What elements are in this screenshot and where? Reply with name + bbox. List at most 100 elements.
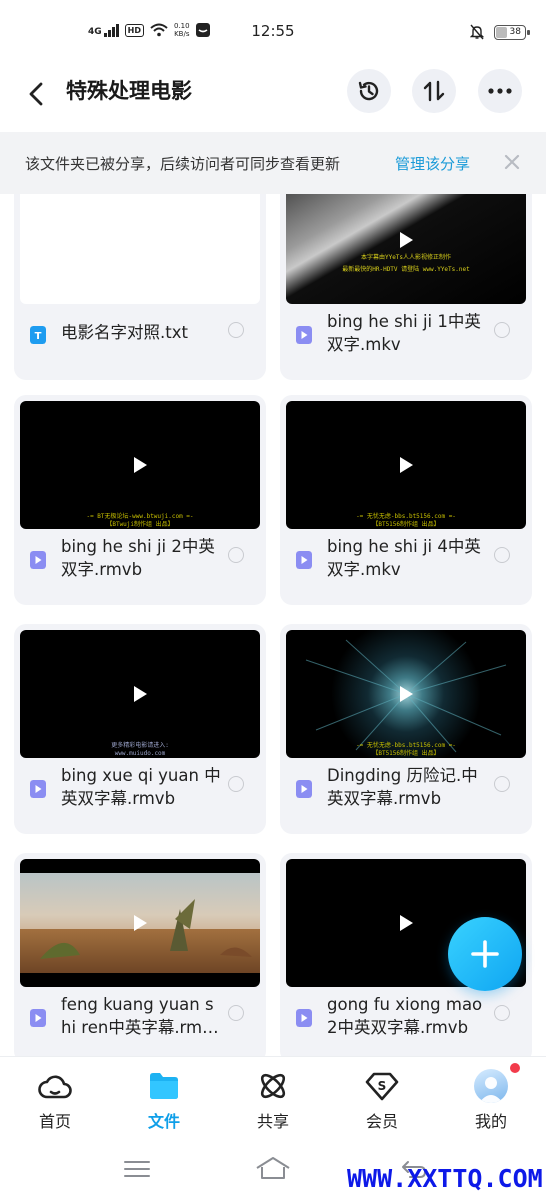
banner-close-button[interactable] xyxy=(500,150,524,174)
text-file-icon: T xyxy=(30,326,46,344)
file-thumbnail xyxy=(20,194,260,304)
header-bar: 特殊处理电影 xyxy=(0,64,546,132)
file-name: bing he shi ji 4中英双字.mkv xyxy=(327,537,481,579)
file-name: bing he shi ji 1中英双字.mkv xyxy=(327,312,481,354)
video-thumbnail: 更多精彩电影请进入: www.muiudo.com xyxy=(20,630,260,758)
plus-icon xyxy=(471,940,499,968)
nav-me[interactable]: 我的 xyxy=(451,1069,531,1132)
play-icon xyxy=(134,457,147,473)
video-file-icon xyxy=(296,326,312,344)
file-card[interactable]: 更多精彩电影请进入: www.muiudo.com bing xue qi yu… xyxy=(14,624,266,834)
svg-text:S: S xyxy=(378,1079,387,1093)
nav-label: 文件 xyxy=(147,1112,180,1131)
cloud-home-icon xyxy=(38,1069,72,1103)
select-radio[interactable] xyxy=(494,1005,510,1021)
close-icon xyxy=(504,154,520,170)
sort-icon xyxy=(423,80,445,102)
video-file-icon xyxy=(296,780,312,798)
file-card[interactable]: feng kuang yuan shi ren中英字幕.rmvb xyxy=(14,853,266,1056)
video-subtitle: 更多精彩电影请进入: xyxy=(111,742,169,749)
nav-label: 我的 xyxy=(474,1112,507,1131)
more-icon xyxy=(488,88,512,94)
home-icon xyxy=(256,1157,290,1179)
file-name: bing he shi ji 2中英双字.rmvb xyxy=(61,537,215,579)
select-radio[interactable] xyxy=(228,547,244,563)
video-subtitle: www.muiudo.com xyxy=(114,750,166,757)
play-icon xyxy=(400,457,413,473)
file-card[interactable]: T 电影名字对照.txt xyxy=(14,194,266,380)
file-name: feng kuang yuan shi ren中英字幕.rmvb xyxy=(61,995,214,1037)
bottom-nav: 首页 文件 共享 S 会员 我的 xyxy=(0,1056,546,1142)
recent-apps-button[interactable] xyxy=(119,1154,155,1184)
file-name: gong fu xiong mao2中英双字幕.rmvb xyxy=(327,995,483,1037)
file-card[interactable]: -= 无忧无虑-bbs.bt5156.com =- 【BT5156制作组 出品】… xyxy=(280,395,532,605)
notification-dot xyxy=(510,1063,520,1073)
more-button[interactable] xyxy=(478,69,522,113)
play-icon xyxy=(400,915,413,931)
play-icon xyxy=(400,686,413,702)
play-icon xyxy=(134,686,147,702)
video-thumbnail: -= 无忧无虑-bbs.bt5156.com =- 【BT5156制作组 出品】 xyxy=(286,630,526,758)
share-banner-text: 该文件夹已被分享，后续访问者可同步查看更新 xyxy=(25,155,341,173)
clock: 12:55 xyxy=(251,22,295,40)
select-radio[interactable] xyxy=(494,547,510,563)
select-radio[interactable] xyxy=(228,776,244,792)
nav-label: 首页 xyxy=(38,1112,71,1131)
file-name: 电影名字对照.txt xyxy=(61,323,188,342)
mute-bell-icon xyxy=(470,24,484,40)
video-file-icon xyxy=(30,1009,46,1027)
select-radio[interactable] xyxy=(494,776,510,792)
select-radio[interactable] xyxy=(228,322,244,338)
video-file-icon xyxy=(296,551,312,569)
folder-icon xyxy=(147,1069,181,1103)
back-button[interactable] xyxy=(20,78,52,110)
battery-indicator: 38 xyxy=(494,24,530,40)
file-card[interactable]: -= BT无极论坛-www.btwuji.com =- 【BTwuji制作组 出… xyxy=(14,395,266,605)
vip-diamond-icon: S xyxy=(365,1069,399,1103)
video-thumbnail: 本字幕由YYeTs人人影视修正制作 最新最快的HR-HDTV 请登陆 www.Y… xyxy=(286,194,526,304)
file-name: bing xue qi yuan 中英双字幕.rmvb xyxy=(61,766,221,808)
select-radio[interactable] xyxy=(228,1005,244,1021)
status-right: 38 xyxy=(470,24,530,40)
file-card[interactable]: -= 无忧无虑-bbs.bt5156.com =- 【BT5156制作组 出品】… xyxy=(280,624,532,834)
share-banner: 该文件夹已被分享，后续访问者可同步查看更新 管理该分享 xyxy=(0,132,546,194)
video-subtitle: -= 无忧无虑-bbs.bt5156.com =- xyxy=(356,513,456,520)
avatar xyxy=(474,1069,508,1103)
video-file-icon xyxy=(30,780,46,798)
file-card[interactable]: 本字幕由YYeTs人人影视修正制作 最新最快的HR-HDTV 请登陆 www.Y… xyxy=(280,194,532,380)
video-subtitle: -= 无忧无虑-bbs.bt5156.com =- xyxy=(356,742,456,749)
svg-text:T: T xyxy=(35,331,42,342)
nav-share[interactable]: 共享 xyxy=(233,1069,313,1132)
status-bar: 4G HD 0.10 KB/s 12:55 38 xyxy=(0,0,546,64)
play-icon xyxy=(134,915,147,931)
video-file-icon xyxy=(296,1009,312,1027)
add-button[interactable] xyxy=(448,917,522,991)
atom-share-icon xyxy=(256,1069,290,1103)
nav-label: 共享 xyxy=(256,1112,289,1131)
nav-files[interactable]: 文件 xyxy=(124,1069,204,1132)
video-subtitle: 【BT5156制作组 出品】 xyxy=(372,750,440,757)
video-thumbnail xyxy=(20,859,260,987)
select-radio[interactable] xyxy=(494,322,510,338)
nav-label: 会员 xyxy=(365,1112,398,1131)
manage-share-link[interactable]: 管理该分享 xyxy=(395,153,470,174)
play-icon xyxy=(400,232,413,248)
video-subtitle: 最新最快的HR-HDTV 请登陆 www.YYeTs.net xyxy=(342,266,470,273)
video-thumbnail: -= 无忧无虑-bbs.bt5156.com =- 【BT5156制作组 出品】 xyxy=(286,401,526,529)
history-icon xyxy=(358,81,379,101)
video-thumbnail: -= BT无极论坛-www.btwuji.com =- 【BTwuji制作组 出… xyxy=(20,401,260,529)
nav-vip[interactable]: S 会员 xyxy=(342,1069,422,1132)
video-subtitle: 【BT5156制作组 出品】 xyxy=(372,521,440,528)
page-title: 特殊处理电影 xyxy=(66,79,192,103)
sort-button[interactable] xyxy=(412,69,456,113)
nav-home[interactable]: 首页 xyxy=(15,1069,95,1132)
menu-icon xyxy=(124,1161,150,1177)
avatar-icon xyxy=(474,1069,508,1103)
file-name: Dingding 历险记.中英双字幕.rmvb xyxy=(327,766,478,808)
history-button[interactable] xyxy=(347,69,391,113)
video-subtitle: -= BT无极论坛-www.btwuji.com =- xyxy=(86,513,194,520)
video-file-icon xyxy=(30,551,46,569)
watermark-text: WWW.XXTTQ.COM xyxy=(347,1164,543,1193)
home-button[interactable] xyxy=(255,1154,291,1184)
video-subtitle: 【BTwuji制作组 出品】 xyxy=(106,521,174,528)
